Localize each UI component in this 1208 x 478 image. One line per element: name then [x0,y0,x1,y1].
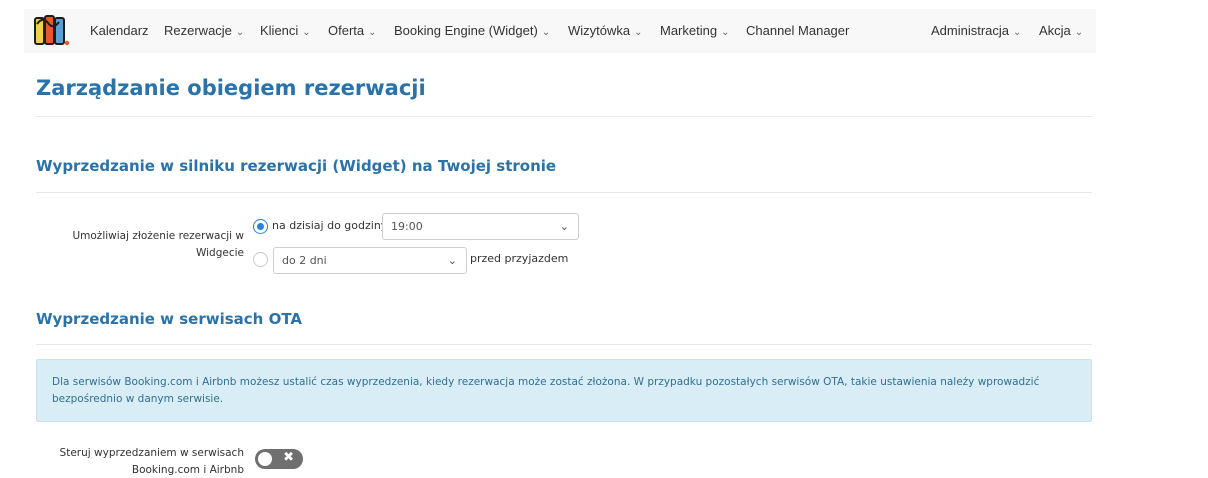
chevron-down-icon: ⌄ [559,220,569,233]
navbar-inner: Kalendarz Rezerwacje ⌄ Klienci ⌄ Oferta ⌄ B… [24,9,1096,53]
chevron-down-icon: ⌄ [721,27,730,38]
nav-oferta[interactable]: Oferta ⌄ [328,9,377,53]
widget-booking-label: Umożliwiaj złożenie rezerwacji w Widgeci… [72,230,244,259]
divider [36,192,1092,193]
chevron-down-icon: ⌄ [302,27,311,38]
radio-days-before[interactable] [253,252,268,267]
chevron-down-icon: ⌄ [1074,27,1084,38]
widget-section-title: Wyprzedzanie w silniku rezerwacji (Widge… [36,157,557,175]
today-until-hour-label: na dzisiaj do godziny [272,219,388,232]
hotel-logo-icon[interactable] [34,14,72,48]
days-before-select[interactable]: do 2 dni ⌄ [273,247,467,274]
nav-wizytowka[interactable]: Wizytówka ⌄ [568,9,643,53]
chevron-down-icon: ⌄ [447,254,457,267]
ota-toggle-label: Steruj wyprzedzaniem w serwisach Booking… [59,447,244,476]
nav-marketing[interactable]: Marketing ⌄ [660,9,729,53]
nav-administracja[interactable]: Administracja ⌄ [931,9,1021,53]
chevron-down-icon: ⌄ [541,27,551,38]
nav-akcja[interactable]: Akcja ⌄ [1039,9,1083,53]
radio-today-until-hour[interactable] [253,219,268,234]
divider [36,116,1092,117]
ota-info-alert: Dla serwisów Booking.com i Airbnb możesz… [36,359,1092,422]
nav-kalendarz[interactable]: Kalendarz [90,9,149,53]
chevron-down-icon: ⌄ [235,27,245,38]
nav-booking-engine[interactable]: Booking Engine (Widget) ⌄ [394,9,550,53]
top-navbar: Kalendarz Rezerwacje ⌄ Klienci ⌄ Oferta ⌄ B… [0,0,1208,62]
divider [36,344,1092,345]
toggle-knob [258,452,272,466]
close-icon: ✖ [283,450,294,465]
before-arrival-label: przed przyjazdem [470,252,569,265]
hour-select[interactable]: 19:00 ⌄ [382,213,579,240]
chevron-down-icon: ⌄ [634,27,643,38]
ota-lead-time-toggle[interactable]: ✖ [255,449,303,469]
nav-channel-manager[interactable]: Channel Manager [746,9,849,53]
chevron-down-icon: ⌄ [368,27,377,38]
chevron-down-icon: ⌄ [1013,27,1022,38]
page-title: Zarządzanie obiegiem rezerwacji [36,76,426,100]
nav-rezerwacje[interactable]: Rezerwacje ⌄ [164,9,244,53]
nav-klienci[interactable]: Klienci ⌄ [260,9,311,53]
ota-section-title: Wyprzedzanie w serwisach OTA [36,310,303,328]
